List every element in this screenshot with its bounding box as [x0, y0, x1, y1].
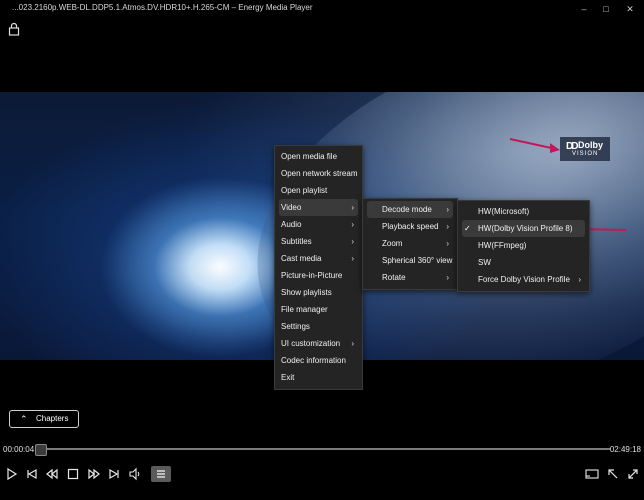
- title-bar: ...023.2160p.WEB-DL.DDP5.1.Atmos.DV.HDR1…: [0, 0, 644, 18]
- fast-forward-icon[interactable]: [86, 466, 102, 482]
- context-menu: Open media file Open network stream Open…: [274, 145, 363, 390]
- menu-item-label: Cast media: [281, 254, 322, 263]
- menu-item-label: File manager: [281, 305, 328, 314]
- menu-item-decode-mode[interactable]: Decode mode ›: [367, 201, 453, 218]
- decode-mode-submenu: HW(Microsoft) ✓ HW(Dolby Vision Profile 8…: [457, 200, 590, 292]
- chapters-label: Chapters: [36, 414, 69, 423]
- checkmark-icon: ✓: [464, 224, 471, 233]
- menu-item-label: Settings: [281, 322, 310, 331]
- menu-item-label: Video: [281, 203, 302, 212]
- fullscreen-icon[interactable]: [625, 466, 641, 482]
- menu-item-label: Force Dolby Vision Profile: [478, 275, 570, 284]
- time-current: 00:00:04: [3, 445, 35, 454]
- chapters-button[interactable]: ⌃ Chapters: [9, 410, 79, 428]
- skip-next-icon[interactable]: [106, 466, 122, 482]
- chevron-right-icon: ›: [446, 239, 449, 248]
- menu-item-hw-dolby-vision-profile-8[interactable]: ✓ HW(Dolby Vision Profile 8): [462, 220, 585, 237]
- menu-item-exit[interactable]: Exit: [279, 369, 358, 386]
- dolby-vision-logo: DD Dolby VISION: [560, 137, 610, 161]
- collapse-icon[interactable]: [605, 466, 621, 482]
- time-total: 02:49:18: [609, 445, 641, 454]
- chevron-right-icon: ›: [446, 222, 449, 231]
- close-icon[interactable]: ✕: [624, 3, 636, 15]
- menu-item-hw-ffmpeg[interactable]: HW(FFmpeg): [462, 237, 585, 254]
- chevron-right-icon: ›: [446, 205, 449, 214]
- maximize-icon[interactable]: □: [600, 3, 612, 15]
- menu-item-subtitles[interactable]: Subtitles ›: [279, 233, 358, 250]
- menu-item-codec-information[interactable]: Codec information: [279, 352, 358, 369]
- menu-item-label: Playback speed: [382, 222, 439, 231]
- menu-item-label: SW: [478, 258, 491, 267]
- menu-item-sw[interactable]: SW: [462, 254, 585, 271]
- menu-item-label: Picture-in-Picture: [281, 271, 343, 280]
- menu-item-file-manager[interactable]: File manager: [279, 301, 358, 318]
- menu-item-hw-microsoft[interactable]: HW(Microsoft): [462, 203, 585, 220]
- menu-item-label: Open network stream: [281, 169, 358, 178]
- menu-item-label: Rotate: [382, 273, 406, 282]
- play-icon[interactable]: [4, 466, 20, 482]
- playlist-icon[interactable]: [151, 466, 171, 482]
- seek-thumb[interactable]: [35, 444, 47, 456]
- menu-item-rotate[interactable]: Rotate ›: [367, 269, 453, 286]
- menu-item-label: HW(Dolby Vision Profile 8): [478, 224, 573, 233]
- stop-icon[interactable]: [65, 466, 81, 482]
- menu-item-label: Spherical 360° view: [382, 256, 453, 265]
- menu-item-label: Codec information: [281, 356, 346, 365]
- rewind-icon[interactable]: [44, 466, 60, 482]
- logo-sub-text: VISION: [572, 151, 599, 157]
- window-title: ...023.2160p.WEB-DL.DDP5.1.Atmos.DV.HDR1…: [12, 3, 313, 12]
- chevron-right-icon: ›: [446, 273, 449, 282]
- chevron-right-icon: ›: [351, 220, 354, 229]
- menu-item-label: Decode mode: [382, 205, 432, 214]
- video-submenu: Decode mode › Playback speed › Zoom › Spher…: [362, 198, 458, 290]
- chevron-up-icon: ⌃: [20, 414, 28, 424]
- menu-item-ui-customization[interactable]: UI customization ›: [279, 335, 358, 352]
- menu-item-label: Exit: [281, 373, 295, 382]
- menu-item-open-media-file[interactable]: Open media file: [279, 148, 358, 165]
- seek-bar[interactable]: [39, 448, 610, 450]
- menu-item-force-dolby-vision-profile[interactable]: Force Dolby Vision Profile ›: [462, 271, 585, 288]
- menu-item-picture-in-picture[interactable]: Picture-in-Picture: [279, 267, 358, 284]
- minimize-icon[interactable]: –: [578, 3, 590, 15]
- menu-item-label: Zoom: [382, 239, 403, 248]
- menu-item-spherical-view[interactable]: Spherical 360° view: [367, 252, 453, 269]
- menu-item-label: Open playlist: [281, 186, 328, 195]
- annotation-arrow-logo: [509, 138, 560, 153]
- menu-item-open-network-stream[interactable]: Open network stream: [279, 165, 358, 182]
- menu-item-label: HW(FFmpeg): [478, 241, 527, 250]
- menu-item-video[interactable]: Video ›: [279, 199, 358, 216]
- chevron-right-icon: ›: [351, 203, 354, 212]
- menu-item-audio[interactable]: Audio ›: [279, 216, 358, 233]
- cast-icon[interactable]: [584, 466, 600, 482]
- menu-item-open-playlist[interactable]: Open playlist: [279, 182, 358, 199]
- volume-icon[interactable]: [127, 466, 143, 482]
- chevron-right-icon: ›: [578, 275, 581, 284]
- menu-item-show-playlists[interactable]: Show playlists: [279, 284, 358, 301]
- menu-item-label: Audio: [281, 220, 302, 229]
- menu-item-settings[interactable]: Settings: [279, 318, 358, 335]
- logo-brand-text: Dolby: [578, 140, 604, 150]
- menu-item-label: HW(Microsoft): [478, 207, 530, 216]
- menu-item-zoom[interactable]: Zoom ›: [367, 235, 453, 252]
- chevron-right-icon: ›: [351, 339, 354, 348]
- chevron-right-icon: ›: [351, 254, 354, 263]
- skip-previous-icon[interactable]: [24, 466, 40, 482]
- menu-item-label: UI customization: [281, 339, 341, 348]
- lock-icon[interactable]: [8, 22, 20, 36]
- menu-item-label: Open media file: [281, 152, 338, 161]
- menu-item-label: Show playlists: [281, 288, 332, 297]
- menu-item-cast-media[interactable]: Cast media ›: [279, 250, 358, 267]
- menu-item-playback-speed[interactable]: Playback speed ›: [367, 218, 453, 235]
- chevron-right-icon: ›: [351, 237, 354, 246]
- menu-item-label: Subtitles: [281, 237, 312, 246]
